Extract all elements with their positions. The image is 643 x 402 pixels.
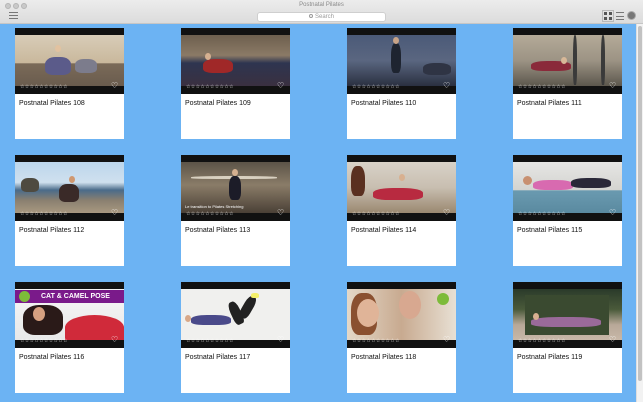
video-thumbnail[interactable]: ☆☆☆☆☆☆☆☆☆☆ ♡ <box>347 282 456 348</box>
video-thumbnail[interactable]: ☆☆☆☆☆☆☆☆☆☆ ♡ <box>347 28 456 94</box>
heart-icon[interactable]: ♡ <box>277 82 284 90</box>
video-title: Postnatal Pilates 111 <box>517 100 582 107</box>
heart-icon[interactable]: ♡ <box>277 336 284 344</box>
video-thumbnail[interactable]: ☆☆☆☆☆☆☆☆☆☆ ♡ <box>15 155 124 221</box>
rating-stars[interactable]: ☆☆☆☆☆☆☆☆☆☆ <box>20 338 68 344</box>
video-card[interactable]: ☆☆☆☆☆☆☆☆☆☆ ♡ Postnatal Pilates 110 <box>347 28 456 139</box>
rating-stars[interactable]: ☆☆☆☆☆☆☆☆☆☆ <box>518 211 566 217</box>
video-thumbnail[interactable]: ☆☆☆☆☆☆☆☆☆☆ ♡ <box>181 282 290 348</box>
vertical-scrollbar[interactable] <box>636 24 643 402</box>
video-title: Postnatal Pilates 109 <box>185 100 251 107</box>
search-icon <box>308 14 313 19</box>
video-thumbnail[interactable]: Le transition to Pilates Stretching ☆☆☆☆… <box>181 155 290 221</box>
rating-stars[interactable]: ☆☆☆☆☆☆☆☆☆☆ <box>20 84 68 90</box>
video-card[interactable]: ☆☆☆☆☆☆☆☆☆☆ ♡ Postnatal Pilates 108 <box>15 28 124 139</box>
video-card[interactable]: ☆☆☆☆☆☆☆☆☆☆ ♡ Postnatal Pilates 115 <box>513 155 622 266</box>
rating-stars[interactable]: ☆☆☆☆☆☆☆☆☆☆ <box>518 338 566 344</box>
list-view-icon[interactable] <box>616 12 624 20</box>
window-title: Postnatal Pilates <box>299 2 344 8</box>
heart-icon[interactable]: ♡ <box>277 209 284 217</box>
video-thumbnail[interactable]: ☆☆☆☆☆☆☆☆☆☆ ♡ <box>513 282 622 348</box>
video-card[interactable]: ☆☆☆☆☆☆☆☆☆☆ ♡ Postnatal Pilates 111 <box>513 28 622 139</box>
video-title: Postnatal Pilates 115 <box>517 227 583 234</box>
video-grid: ☆☆☆☆☆☆☆☆☆☆ ♡ Postnatal Pilates 108 ☆☆☆☆☆… <box>15 28 623 402</box>
rating-stars[interactable]: ☆☆☆☆☆☆☆☆☆☆ <box>352 211 400 217</box>
video-card[interactable]: CAT & CAMEL POSE ☆☆☆☆☆☆☆☆☆☆ ♡ Postnatal … <box>15 282 124 393</box>
search-field[interactable]: Search <box>257 12 386 22</box>
rating-stars[interactable]: ☆☆☆☆☆☆☆☆☆☆ <box>352 84 400 90</box>
rating-stars[interactable]: ☆☆☆☆☆☆☆☆☆☆ <box>186 338 234 344</box>
video-title: Postnatal Pilates 118 <box>351 354 417 361</box>
video-title: Postnatal Pilates 114 <box>351 227 417 234</box>
video-card[interactable]: Le transition to Pilates Stretching ☆☆☆☆… <box>181 155 290 266</box>
rating-stars[interactable]: ☆☆☆☆☆☆☆☆☆☆ <box>186 84 234 90</box>
rating-stars[interactable]: ☆☆☆☆☆☆☆☆☆☆ <box>352 338 400 344</box>
video-card[interactable]: ☆☆☆☆☆☆☆☆☆☆ ♡ Postnatal Pilates 118 <box>347 282 456 393</box>
video-card[interactable]: ☆☆☆☆☆☆☆☆☆☆ ♡ Postnatal Pilates 119 <box>513 282 622 393</box>
video-card[interactable]: ☆☆☆☆☆☆☆☆☆☆ ♡ Postnatal Pilates 112 <box>15 155 124 266</box>
video-title: Postnatal Pilates 108 <box>19 100 85 107</box>
video-thumbnail[interactable]: ☆☆☆☆☆☆☆☆☆☆ ♡ <box>513 155 622 221</box>
video-title: Postnatal Pilates 113 <box>185 227 251 234</box>
video-thumbnail[interactable]: ☆☆☆☆☆☆☆☆☆☆ ♡ <box>15 28 124 94</box>
video-title: Postnatal Pilates 117 <box>185 354 251 361</box>
settings-icon[interactable] <box>628 12 635 19</box>
heart-icon[interactable]: ♡ <box>111 82 118 90</box>
search-placeholder: Search <box>314 14 334 20</box>
video-thumbnail[interactable]: ☆☆☆☆☆☆☆☆☆☆ ♡ <box>513 28 622 94</box>
grid-view-icon[interactable] <box>602 10 614 22</box>
video-thumbnail[interactable]: CAT & CAMEL POSE ☆☆☆☆☆☆☆☆☆☆ ♡ <box>15 282 124 348</box>
menu-icon[interactable] <box>9 12 18 19</box>
heart-icon[interactable]: ♡ <box>111 336 118 344</box>
video-title: Postnatal Pilates 119 <box>517 354 583 361</box>
video-thumbnail[interactable]: ☆☆☆☆☆☆☆☆☆☆ ♡ <box>181 28 290 94</box>
heart-icon[interactable]: ♡ <box>443 209 450 217</box>
rating-stars[interactable]: ☆☆☆☆☆☆☆☆☆☆ <box>20 211 68 217</box>
title-bar: Postnatal Pilates Search <box>0 0 643 24</box>
heart-icon[interactable]: ♡ <box>609 209 616 217</box>
heart-icon[interactable]: ♡ <box>443 82 450 90</box>
video-thumbnail[interactable]: ☆☆☆☆☆☆☆☆☆☆ ♡ <box>347 155 456 221</box>
video-title: Postnatal Pilates 110 <box>351 100 417 107</box>
video-title: Postnatal Pilates 116 <box>19 354 85 361</box>
thumbnail-banner: CAT & CAMEL POSE <box>15 290 124 303</box>
scroll-thumb[interactable] <box>638 26 642 381</box>
rating-stars[interactable]: ☆☆☆☆☆☆☆☆☆☆ <box>518 84 566 90</box>
thumbnail-overlay-text: Le transition to Pilates Stretching <box>185 204 244 209</box>
video-card[interactable]: ☆☆☆☆☆☆☆☆☆☆ ♡ Postnatal Pilates 117 <box>181 282 290 393</box>
video-card[interactable]: ☆☆☆☆☆☆☆☆☆☆ ♡ Postnatal Pilates 114 <box>347 155 456 266</box>
heart-icon[interactable]: ♡ <box>443 336 450 344</box>
video-title: Postnatal Pilates 112 <box>19 227 85 234</box>
heart-icon[interactable]: ♡ <box>111 209 118 217</box>
logo-icon <box>19 291 30 302</box>
rating-stars[interactable]: ☆☆☆☆☆☆☆☆☆☆ <box>186 211 234 217</box>
heart-icon[interactable]: ♡ <box>609 336 616 344</box>
heart-icon[interactable]: ♡ <box>609 82 616 90</box>
video-card[interactable]: ☆☆☆☆☆☆☆☆☆☆ ♡ Postnatal Pilates 109 <box>181 28 290 139</box>
